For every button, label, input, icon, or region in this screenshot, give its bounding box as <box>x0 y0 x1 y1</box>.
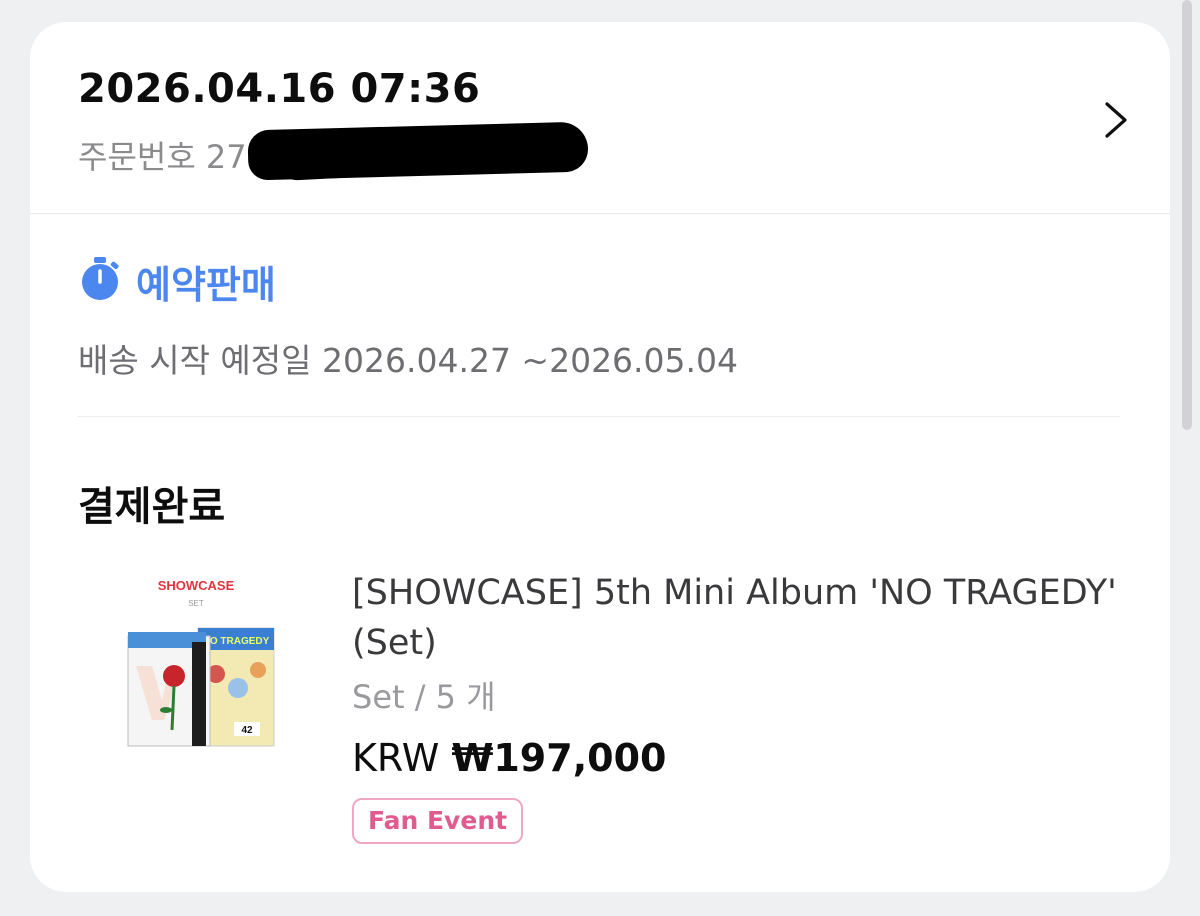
chevron-right-icon[interactable] <box>1096 98 1136 142</box>
order-number-label: 주문번호 27 <box>78 138 247 176</box>
timer-icon <box>82 257 119 300</box>
product-thumbnail[interactable]: SHOWCASE SET NO TRAGEDY 42 <box>122 570 278 760</box>
order-header[interactable]: 2026.04.16 07:36 주문번호 270 <box>30 22 1170 214</box>
shipping-start-date: 배송 시작 예정일 2026.04.27 ~2026.05.04 <box>78 341 739 380</box>
product-price: KRW ₩197,000 <box>352 736 666 780</box>
preorder-label: 예약판매 <box>136 263 276 307</box>
price-amount: ₩197,000 <box>451 736 667 780</box>
product-name[interactable]: [SHOWCASE] 5th Mini Album 'NO TRAGEDY' (… <box>352 568 1132 668</box>
order-datetime: 2026.04.16 07:36 <box>78 66 481 112</box>
thumbnail-title: SHOWCASE <box>158 578 235 593</box>
payment-status-title: 결제완료 <box>78 484 226 530</box>
price-currency: KRW <box>352 736 440 780</box>
divider <box>78 416 1120 417</box>
thumbnail-subtitle: SET <box>188 599 204 608</box>
thumbnail-album-text: NO TRAGEDY <box>203 636 270 647</box>
album-box-left <box>127 632 211 747</box>
scrollbar[interactable] <box>1182 0 1192 430</box>
product-option: Set / 5 개 <box>352 678 496 716</box>
fan-event-badge: Fan Event <box>352 798 524 844</box>
thumbnail-number: 42 <box>241 725 253 736</box>
order-card: 2026.04.16 07:36 주문번호 270 예약판매 배송 시작 예정일… <box>30 22 1170 892</box>
